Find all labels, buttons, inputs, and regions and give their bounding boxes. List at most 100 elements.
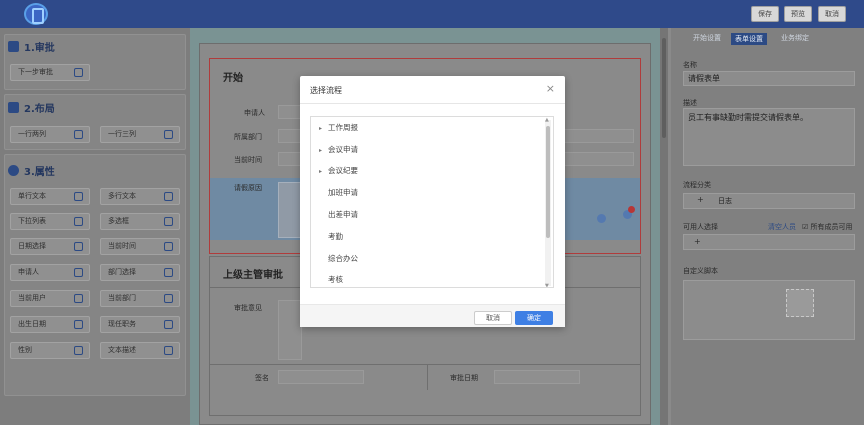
component-label: 一行三列 (108, 130, 136, 138)
applicant-component[interactable]: 申请人 (10, 264, 90, 281)
component-label: 现任职务 (108, 320, 136, 328)
scroll-down-icon[interactable]: ▼ (545, 283, 549, 287)
tab-business-binding[interactable]: 业务绑定 (781, 33, 809, 43)
dropdown-component[interactable]: 下拉列表 (10, 213, 90, 230)
next-approval-component[interactable]: 下一步审批 (10, 64, 90, 81)
dialog-title: 选择流程 (310, 86, 342, 95)
tree-item-weekly-report[interactable]: ▸ 工作周报 (319, 120, 539, 136)
opinion-field[interactable] (278, 300, 302, 360)
all-members-checkbox[interactable]: ☑ 所有成员可用 (802, 222, 853, 232)
scrollbar-thumb[interactable] (662, 38, 666, 138)
three-column-component[interactable]: 一行三列 (100, 126, 180, 143)
tree-item-meeting-request[interactable]: ▸ 会议申请 (319, 142, 539, 158)
description-label: 描述 (683, 99, 697, 107)
tree-item-office[interactable]: 综合办公 (319, 251, 539, 267)
department-field-right[interactable] (564, 129, 634, 143)
current-user-component[interactable]: 当前用户 (10, 290, 90, 307)
text-description-component[interactable]: 文本描述 (100, 342, 180, 359)
current-time-field[interactable] (278, 152, 302, 166)
component-label: 日期选择 (18, 242, 46, 250)
save-button[interactable]: 保存 (751, 6, 779, 22)
current-time-component[interactable]: 当前时间 (100, 238, 180, 255)
dialog-cancel-button[interactable]: 取消 (474, 311, 512, 325)
component-label: 性别 (18, 346, 32, 354)
gender-component[interactable]: 性别 (10, 342, 90, 359)
dialog-divider (300, 103, 565, 104)
tree-item-attendance[interactable]: 考勤 (319, 229, 539, 245)
tree-item-label: 考核 (328, 275, 343, 284)
current-department-component[interactable]: 当前部门 (100, 290, 180, 307)
component-label: 多选框 (108, 217, 129, 225)
expand-arrow-icon[interactable]: ▸ (319, 143, 328, 159)
current-position-component[interactable]: 现任职务 (100, 316, 180, 333)
cancel-button[interactable]: 取消 (818, 6, 846, 22)
clock-icon (164, 242, 173, 251)
document-icon (164, 346, 173, 355)
tree-item-business-trip[interactable]: 出差申请 (319, 207, 539, 223)
current-time-field-right[interactable] (564, 152, 634, 166)
component-label: 出生日期 (18, 320, 46, 328)
component-label: 文本描述 (108, 346, 136, 354)
category-select[interactable] (683, 193, 855, 209)
people-select[interactable] (683, 234, 855, 250)
layout-icon (8, 102, 19, 113)
approval-icon (74, 68, 83, 77)
tree-item-label: 出差申请 (328, 210, 358, 219)
available-people-label: 可用人选择 (683, 223, 718, 231)
textarea-icon (164, 192, 173, 201)
plus-icon[interactable]: + (697, 195, 704, 204)
script-drop-target[interactable] (786, 289, 814, 317)
single-line-text-component[interactable]: 单行文本 (10, 188, 90, 205)
plus-icon[interactable]: + (694, 237, 701, 246)
department-select-component[interactable]: 部门选择 (100, 264, 180, 281)
tree-item-overtime[interactable]: 加班申请 (319, 185, 539, 201)
tree-item-label: 工作周报 (328, 123, 358, 132)
birth-date-component[interactable]: 出生日期 (10, 316, 90, 333)
tab-form-settings[interactable]: 表单设置 (731, 33, 767, 45)
drag-handle[interactable] (597, 214, 606, 223)
date-picker-component[interactable]: 日期选择 (10, 238, 90, 255)
scroll-up-icon[interactable]: ▲ (545, 117, 549, 123)
name-label: 名称 (683, 61, 697, 69)
dialog-ok-button[interactable]: 确定 (515, 311, 553, 325)
scrollbar-thumb[interactable] (546, 126, 550, 238)
leave-reason-label: 请假原因 (234, 184, 262, 192)
text-icon (74, 192, 83, 201)
expand-arrow-icon[interactable]: ▸ (319, 164, 328, 180)
delete-dot[interactable] (628, 206, 635, 213)
sign-field[interactable] (278, 370, 364, 384)
expand-arrow-icon[interactable]: ▸ (319, 121, 328, 137)
two-column-component[interactable]: 一行两列 (10, 126, 90, 143)
component-label: 多行文本 (108, 192, 136, 200)
component-label: 当前部门 (108, 294, 136, 302)
tree-item-assessment[interactable]: 考核 (319, 272, 539, 287)
applicant-field[interactable] (278, 105, 302, 119)
tree-item-label: 综合办公 (328, 254, 358, 263)
applicant-label: 申请人 (244, 109, 265, 117)
tab-start-settings[interactable]: 开始设置 (693, 33, 721, 43)
checkbox-component[interactable]: 多选框 (100, 213, 180, 230)
properties-section-title: 3.属性 (8, 163, 55, 178)
leave-reason-field[interactable] (278, 182, 302, 238)
approval-title-label: 1.审批 (24, 43, 55, 54)
layout-title-label: 2.布局 (24, 104, 55, 115)
process-tree[interactable]: ▸ 工作周报 ▸ 会议申请 ▸ 会议纪要 加班申请 出差申请 考勤 综合办公 考核 ▲… (310, 116, 554, 288)
tree-scrollbar[interactable]: ▲ ▼ (545, 117, 551, 287)
custom-script-area[interactable] (683, 280, 855, 340)
category-value: 日志 (718, 197, 732, 205)
component-label: 当前时间 (108, 242, 136, 250)
department-field[interactable] (278, 129, 302, 143)
clear-people-link[interactable]: 清空人员 (768, 222, 796, 232)
preview-button[interactable]: 预览 (784, 6, 812, 22)
tree-item-meeting-minutes[interactable]: ▸ 会议纪要 (319, 163, 539, 179)
description-value: 员工有事缺勤时需提交请假表单。 (688, 113, 808, 122)
multi-line-text-component[interactable]: 多行文本 (100, 188, 180, 205)
canvas-scrollbar[interactable] (660, 28, 668, 425)
component-label: 下拉列表 (18, 217, 46, 225)
close-icon[interactable]: × (546, 82, 555, 95)
checkbox-icon (164, 217, 173, 226)
approve-date-field[interactable] (494, 370, 580, 384)
approve-date-label: 审批日期 (450, 374, 478, 382)
component-label: 一行两列 (18, 130, 46, 138)
badge-icon (164, 320, 173, 329)
